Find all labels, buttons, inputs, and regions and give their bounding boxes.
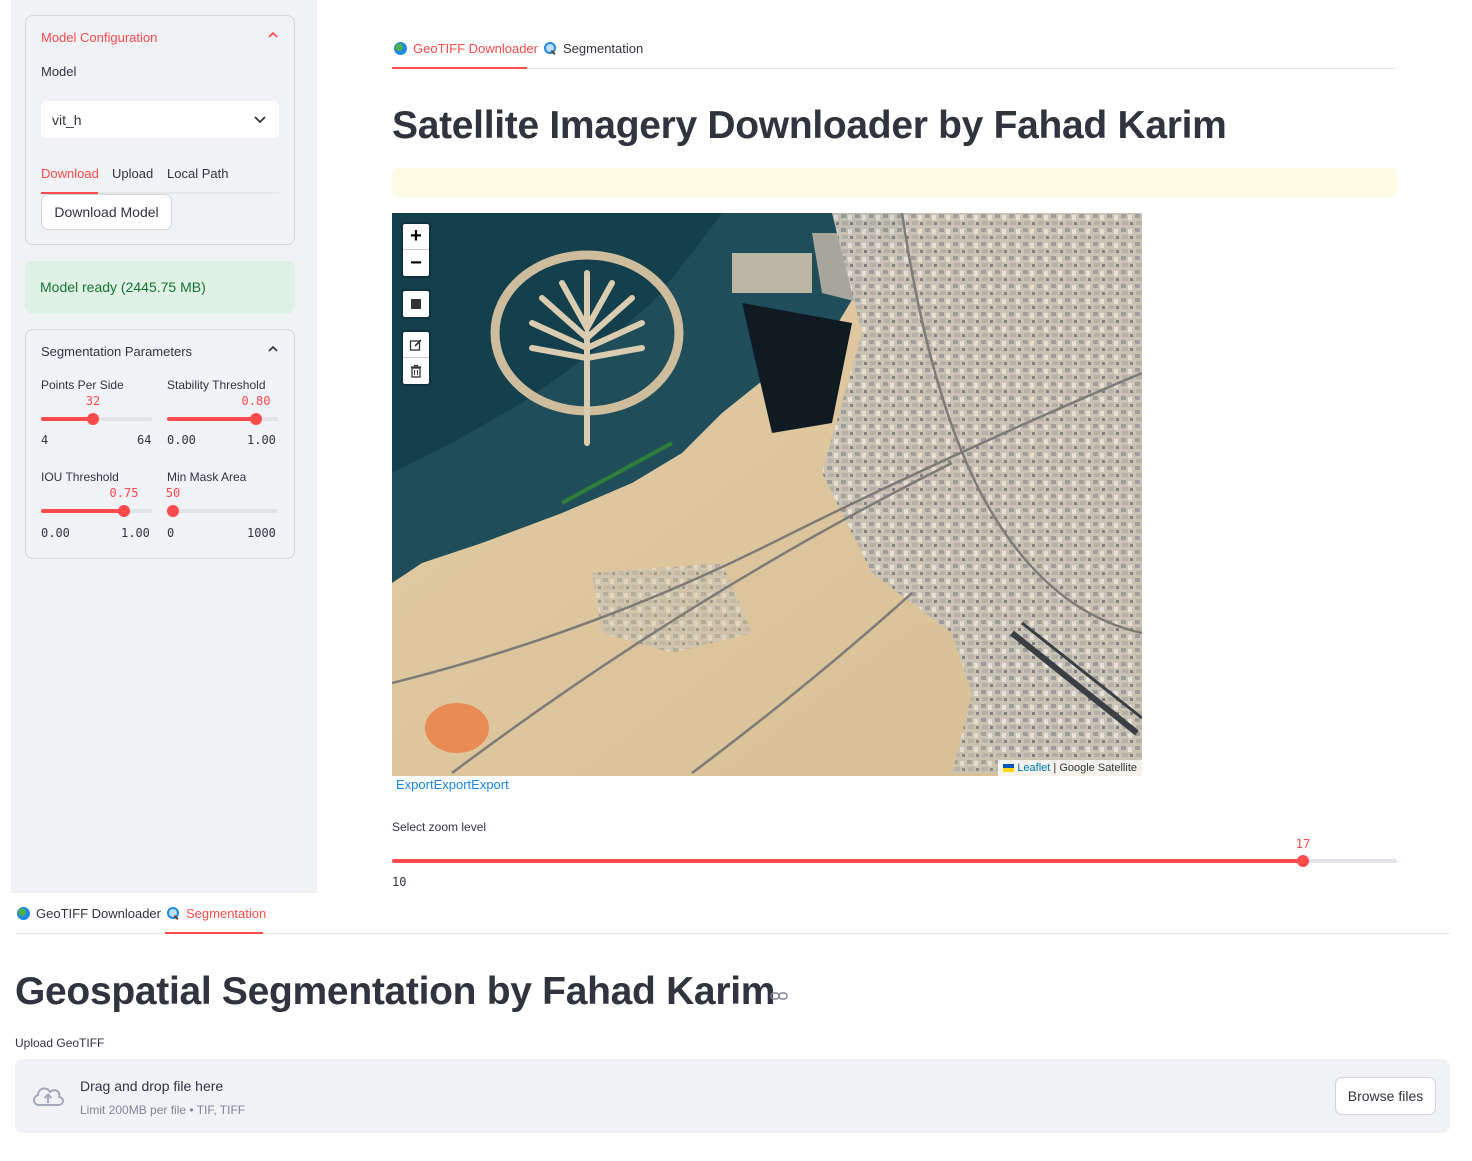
slider-thumb[interactable]	[167, 505, 179, 517]
slider-fill	[167, 417, 256, 421]
slider-max: 1.00	[247, 433, 276, 447]
edit-icon	[409, 338, 422, 351]
browse-files-button[interactable]: Browse files	[1335, 1077, 1436, 1115]
tab-active-indicator	[392, 67, 527, 69]
drop-text: Drag and drop file here	[80, 1078, 224, 1094]
cloud-upload-icon	[33, 1087, 64, 1106]
leaflet-link[interactable]: Leaflet	[1017, 762, 1050, 774]
download-model-button[interactable]: Download Model	[41, 194, 172, 230]
zoom-in-button[interactable]: +	[403, 224, 429, 250]
zoom-level-slider[interactable]: 17	[392, 837, 1397, 867]
map-attribution: Leaflet | Google Satellite	[998, 760, 1142, 776]
delete-layers-button[interactable]	[403, 358, 429, 384]
zoom-level-label: Select zoom level	[392, 820, 487, 834]
points-per-side-slider[interactable]: 32	[41, 394, 152, 425]
tab-segmentation[interactable]: Segmentation	[544, 41, 643, 56]
attribution-text: Google Satellite	[1059, 762, 1137, 774]
slider-min: 0	[167, 526, 175, 540]
zoom-out-button[interactable]: −	[403, 250, 429, 276]
anchor-link-icon[interactable]	[770, 991, 788, 1001]
model-config-expander: Model Configuration Model vit_h Download…	[25, 15, 295, 245]
slider-value: 50	[165, 486, 181, 500]
slider-max: 64	[137, 433, 152, 447]
slider-thumb[interactable]	[87, 413, 99, 425]
edit-layers-button[interactable]	[403, 332, 429, 358]
tab-geotiff-downloader[interactable]: GeoTIFF Downloader	[17, 906, 161, 921]
stability-threshold-label: Stability Threshold	[167, 378, 266, 392]
rectangle-icon	[411, 299, 421, 309]
slider-min: 0.00	[167, 433, 196, 447]
slider-thumb[interactable]	[118, 505, 130, 517]
model-select[interactable]: vit_h	[41, 101, 279, 138]
segmentation-page-tabs: GeoTIFF Downloader Segmentation	[15, 895, 1450, 934]
magnifier-icon	[167, 907, 180, 920]
model-label: Model	[41, 64, 77, 79]
slider-fill	[41, 417, 93, 421]
draw-rectangle-control	[401, 289, 431, 319]
slider-fill	[392, 859, 1303, 863]
segmentation-params-title[interactable]: Segmentation Parameters	[41, 344, 192, 359]
tab-active-indicator	[165, 932, 263, 934]
slider-min: 10	[392, 875, 407, 889]
limit-text: Limit 200MB per file • TIF, TIFF	[80, 1103, 246, 1117]
tab-segmentation[interactable]: Segmentation	[167, 906, 266, 921]
tab-label: Segmentation	[186, 906, 267, 921]
main-tabs: GeoTIFF Downloader Segmentation	[392, 30, 1397, 69]
chevron-up-icon[interactable]	[268, 344, 278, 354]
draw-rectangle-button[interactable]	[403, 291, 429, 317]
slider-value: 17	[1295, 837, 1311, 851]
model-status-alert: Model ready (2445.75 MB)	[25, 261, 295, 314]
segmentation-params-expander: Segmentation Parameters Points Per Side …	[25, 329, 295, 559]
satellite-imagery	[392, 213, 1142, 776]
tab-upload[interactable]: Upload	[112, 166, 153, 181]
edit-control	[401, 330, 431, 386]
zoom-control: + −	[401, 222, 431, 278]
segmentation-title: Geospatial Segmentation by Fahad Karim	[15, 970, 776, 1013]
slider-thumb[interactable]	[1297, 855, 1309, 867]
trash-icon	[411, 364, 421, 378]
slider-value: 32	[85, 394, 101, 408]
chevron-up-icon[interactable]	[268, 30, 278, 40]
warning-alert	[392, 168, 1397, 197]
upload-label: Upload GeoTIFF	[15, 1036, 105, 1050]
slider-fill	[41, 509, 124, 513]
tab-label: GeoTIFF Downloader	[36, 906, 161, 921]
model-config-title[interactable]: Model Configuration	[41, 30, 157, 45]
sidebar: Model Configuration Model vit_h Download…	[11, 0, 317, 893]
slider-value: 0.80	[241, 394, 271, 408]
ukraine-flag-icon	[1003, 764, 1015, 773]
iou-threshold-label: IOU Threshold	[41, 470, 119, 484]
slider-max: 1000	[247, 526, 276, 540]
slider-value: 0.75	[109, 486, 139, 500]
page-title: Satellite Imagery Downloader by Fahad Ka…	[392, 104, 1227, 147]
tab-geotiff-downloader[interactable]: GeoTIFF Downloader	[394, 41, 538, 56]
satellite-map[interactable]: + − Leaflet | Google Satellite	[392, 213, 1142, 776]
globe-icon	[394, 42, 407, 55]
export-link[interactable]: ExportExportExport	[396, 777, 509, 792]
stability-threshold-slider[interactable]: 0.80	[167, 394, 278, 425]
tab-local-path[interactable]: Local Path	[167, 166, 228, 181]
model-source-tabs: Download Upload Local Path	[41, 164, 279, 194]
tab-download[interactable]: Download	[41, 166, 99, 181]
slider-thumb[interactable]	[250, 413, 262, 425]
slider-min: 0.00	[41, 526, 70, 540]
min-mask-area-label: Min Mask Area	[167, 470, 247, 484]
tab-label: Segmentation	[563, 41, 644, 56]
points-per-side-label: Points Per Side	[41, 378, 124, 392]
iou-threshold-slider[interactable]: 0.75	[41, 486, 152, 517]
model-select-value: vit_h	[52, 112, 82, 128]
file-dropzone[interactable]: Drag and drop file here Limit 200MB per …	[15, 1059, 1450, 1133]
globe-icon	[17, 907, 30, 920]
slider-max: 1.00	[121, 526, 150, 540]
min-mask-area-slider[interactable]: 50	[166, 486, 278, 517]
slider-min: 4	[41, 433, 49, 447]
magnifier-icon	[544, 42, 557, 55]
tab-label: GeoTIFF Downloader	[413, 41, 538, 56]
model-status-text: Model ready (2445.75 MB)	[40, 279, 206, 295]
chevron-down-icon	[254, 116, 266, 124]
attribution-separator: |	[1050, 762, 1060, 774]
